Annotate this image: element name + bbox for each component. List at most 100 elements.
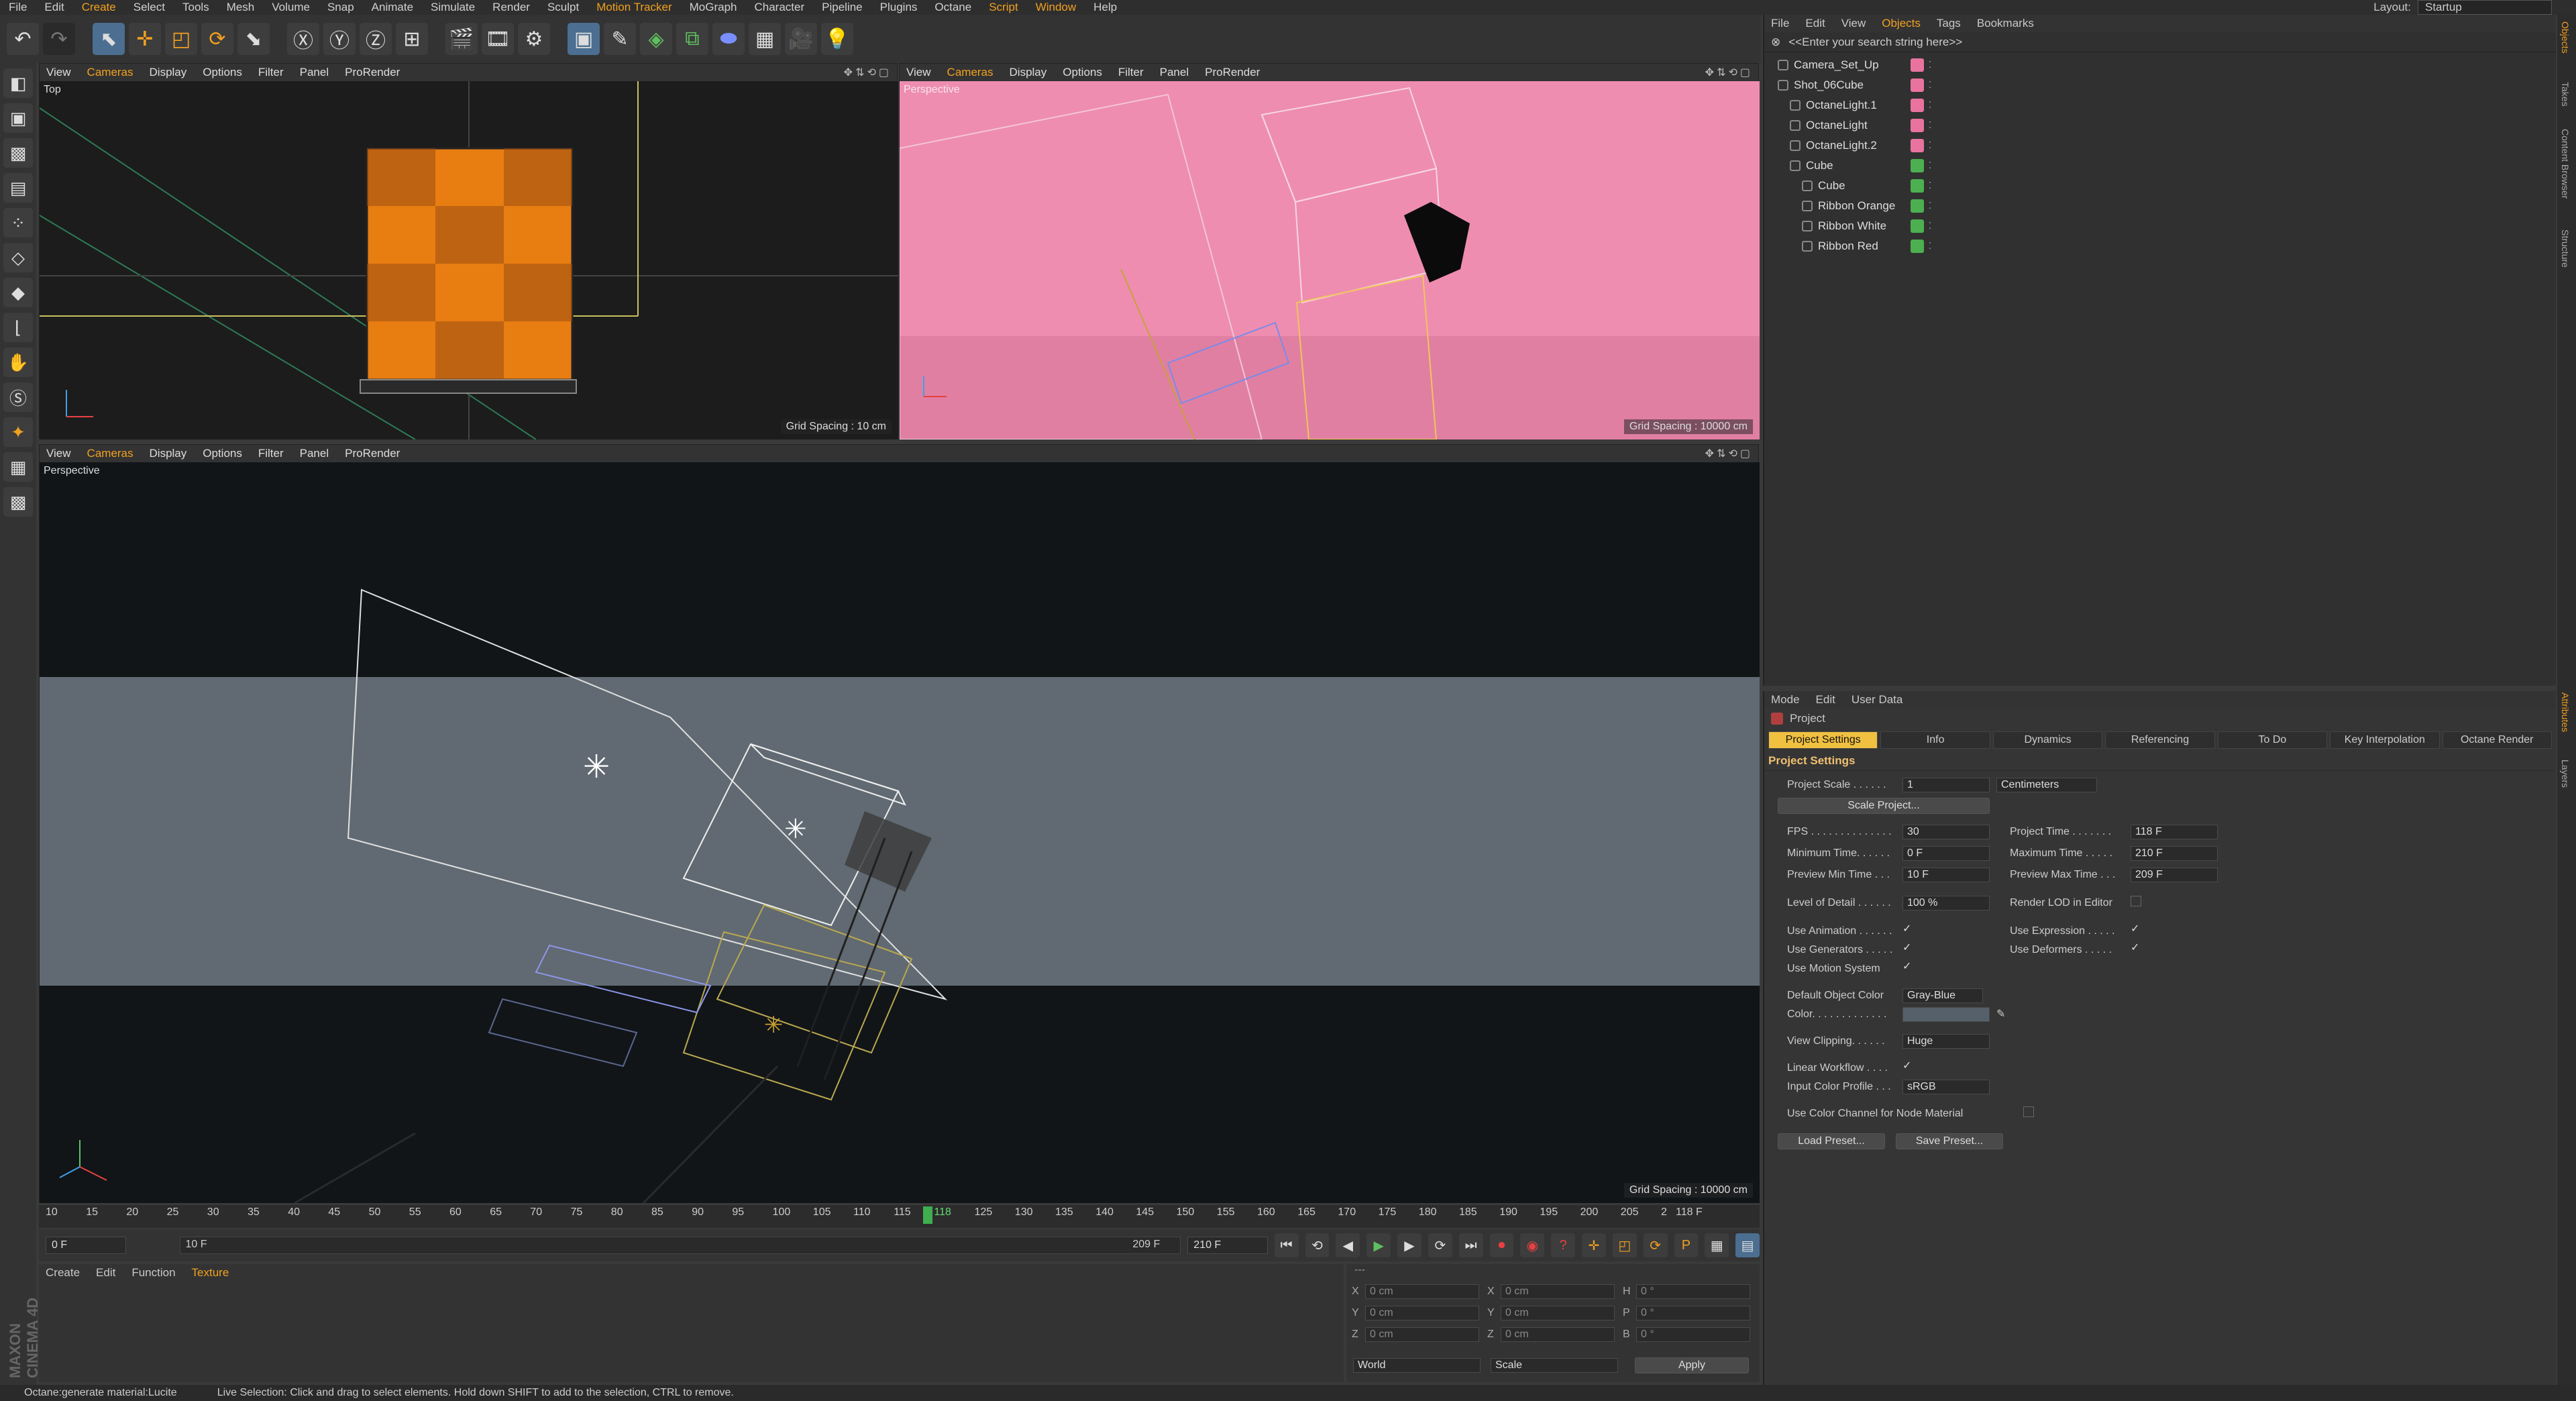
om-tags-menu[interactable]: Tags — [1937, 17, 1961, 30]
vp2-view-menu[interactable]: View — [906, 66, 931, 79]
vp-filter-menu[interactable]: Filter — [258, 66, 284, 79]
apply-button[interactable]: Apply — [1635, 1357, 1749, 1373]
visibility-dots-icon[interactable]: ⁚ — [1929, 80, 1931, 91]
tab-project-settings[interactable]: Project Settings — [1768, 731, 1878, 749]
go-to-start-icon[interactable]: ⏮ — [1274, 1233, 1299, 1257]
vp-panel-menu[interactable]: Panel — [300, 66, 329, 79]
subdivision-icon[interactable]: ◈ — [640, 23, 672, 55]
vp2-options-menu[interactable]: Options — [1063, 66, 1102, 79]
preview-max-field[interactable]: 209 F — [2131, 868, 2218, 882]
layer-color-tag[interactable] — [1911, 199, 1924, 213]
coord-value-field[interactable]: 0 cm — [1365, 1327, 1479, 1342]
start-frame-field[interactable]: 0 F — [46, 1237, 126, 1254]
menu-help[interactable]: Help — [1085, 1, 1126, 14]
menu-snap[interactable]: Snap — [319, 1, 363, 14]
vp-prorender-menu[interactable]: ProRender — [345, 66, 400, 79]
vp-view-menu[interactable]: View — [46, 66, 71, 79]
rotate-icon[interactable]: ⟳ — [201, 23, 233, 55]
coord-space-dropdown[interactable]: World — [1353, 1358, 1481, 1373]
object-row[interactable]: Cube ⁚ — [1764, 156, 2556, 176]
key-param-icon[interactable]: P — [1674, 1233, 1699, 1257]
object-row[interactable]: Ribbon White ⁚ — [1764, 216, 2556, 236]
scale-project-button[interactable]: Scale Project... — [1778, 798, 1990, 814]
mat-create-menu[interactable]: Create — [46, 1266, 80, 1280]
use-generators-checkbox[interactable]: ✓ — [1902, 943, 1913, 953]
min-time-field[interactable]: 0 F — [1902, 846, 1990, 861]
live-selection-icon[interactable]: ⬉ — [93, 23, 125, 55]
vp3-options-menu[interactable]: Options — [203, 447, 242, 460]
render-view-icon[interactable]: 🎬 — [445, 23, 478, 55]
key-pla-icon[interactable]: ▦ — [1705, 1233, 1729, 1257]
coord-value-field[interactable]: 0 cm — [1501, 1284, 1615, 1299]
x-axis-icon[interactable]: Ⓧ — [287, 23, 319, 55]
object-row[interactable]: Cube ⁚ — [1764, 176, 2556, 196]
pen-icon[interactable]: ✎ — [604, 23, 636, 55]
vtab-objects[interactable]: Objects — [2560, 21, 2571, 53]
visibility-dots-icon[interactable]: ⁚ — [1929, 100, 1931, 111]
next-key-icon[interactable]: ⟳ — [1428, 1233, 1452, 1257]
viewport-top[interactable]: View Cameras Display Options Filter Pane… — [39, 63, 898, 439]
layout-dropdown[interactable]: Startup — [2418, 0, 2552, 15]
om-view-menu[interactable]: View — [1841, 17, 1866, 30]
vtab-layers[interactable]: Layers — [2560, 760, 2571, 788]
menu-pipeline[interactable]: Pipeline — [813, 1, 871, 14]
menu-window[interactable]: Window — [1027, 1, 1085, 14]
menu-select[interactable]: Select — [125, 1, 174, 14]
coord-value-field[interactable]: 0 ° — [1636, 1284, 1750, 1299]
mat-function-menu[interactable]: Function — [131, 1266, 175, 1280]
linear-workflow-checkbox[interactable]: ✓ — [1902, 1061, 1913, 1072]
input-profile-dropdown[interactable]: sRGB — [1902, 1080, 1990, 1094]
key-scale-icon[interactable]: ◰ — [1612, 1233, 1637, 1257]
om-bookmarks-menu[interactable]: Bookmarks — [1977, 17, 2034, 30]
vtab-structure[interactable]: Structure — [2560, 229, 2571, 268]
viewport-perspective-main[interactable]: View Cameras Display Options Filter Pane… — [39, 444, 1760, 1203]
object-row[interactable]: Ribbon Red ⁚ — [1764, 236, 2556, 256]
object-row[interactable]: Camera_Set_Up ⁚ — [1764, 55, 2556, 75]
menu-simulate[interactable]: Simulate — [422, 1, 484, 14]
timeline-ruler[interactable]: 10 15 20 25 30 35 40 45 50 55 60 65 70 75 80 85 90 95 100 1… — [39, 1205, 1760, 1228]
layer-color-tag[interactable] — [1911, 159, 1924, 172]
render-lod-checkbox[interactable] — [2131, 896, 2141, 906]
end-frame-field[interactable]: 210 F — [1187, 1237, 1268, 1254]
vp3-prorender-menu[interactable]: ProRender — [345, 447, 400, 460]
menu-edit[interactable]: Edit — [36, 1, 72, 14]
vp2-prorender-menu[interactable]: ProRender — [1205, 66, 1260, 79]
viewport2-nav-icons[interactable]: ✥⇅⟲▢ — [1705, 66, 1753, 79]
coord-value-field[interactable]: 0 ° — [1636, 1327, 1750, 1342]
menu-mograph[interactable]: MoGraph — [681, 1, 746, 14]
autokey-icon[interactable]: ◉ — [1520, 1233, 1545, 1257]
workplane-lock-icon[interactable]: ▦ — [3, 452, 33, 482]
menu-volume[interactable]: Volume — [263, 1, 319, 14]
light-icon[interactable]: 💡 — [821, 23, 853, 55]
model-mode-icon[interactable]: ▣ — [3, 103, 33, 133]
record-keys-icon[interactable]: ⏺ — [1489, 1233, 1514, 1257]
menu-mesh[interactable]: Mesh — [218, 1, 264, 14]
tab-info[interactable]: Info — [1880, 731, 1990, 749]
vp3-display-menu[interactable]: Display — [150, 447, 187, 460]
texture-mode-icon[interactable]: ▩ — [3, 138, 33, 168]
make-editable-icon[interactable]: ◧ — [3, 68, 33, 98]
viewport3-nav-icons[interactable]: ✥⇅⟲▢ — [1705, 447, 1753, 460]
visibility-dots-icon[interactable]: ⁚ — [1929, 201, 1931, 211]
object-row[interactable]: Shot_06Cube ⁚ — [1764, 75, 2556, 95]
keyframe-selection-icon[interactable]: ? — [1551, 1233, 1576, 1257]
coord-mode-dropdown[interactable]: Scale — [1491, 1358, 1618, 1373]
default-color-dropdown[interactable]: Gray-Blue — [1902, 988, 1983, 1003]
layer-color-tag[interactable] — [1911, 219, 1924, 233]
om-edit-menu[interactable]: Edit — [1805, 17, 1825, 30]
object-search-input[interactable]: <<Enter your search string here>> — [1788, 36, 1962, 49]
attr-mode-menu[interactable]: Mode — [1771, 693, 1800, 707]
menu-sculpt[interactable]: Sculpt — [539, 1, 588, 14]
layer-color-tag[interactable] — [1911, 139, 1924, 152]
menu-character[interactable]: Character — [746, 1, 814, 14]
tab-todo[interactable]: To Do — [2217, 731, 2328, 749]
visibility-dots-icon[interactable]: ⁚ — [1929, 140, 1931, 151]
timeline-window-icon[interactable]: ▤ — [1735, 1233, 1760, 1257]
redo-icon[interactable]: ↷ — [43, 23, 75, 55]
menu-animate[interactable]: Animate — [363, 1, 422, 14]
render-settings-icon[interactable]: ⚙ — [518, 23, 550, 55]
edges-mode-icon[interactable]: ◇ — [3, 243, 33, 272]
camera-icon[interactable]: 🎥 — [785, 23, 817, 55]
object-row[interactable]: OctaneLight.1 ⁚ — [1764, 95, 2556, 115]
vp3-panel-menu[interactable]: Panel — [300, 447, 329, 460]
